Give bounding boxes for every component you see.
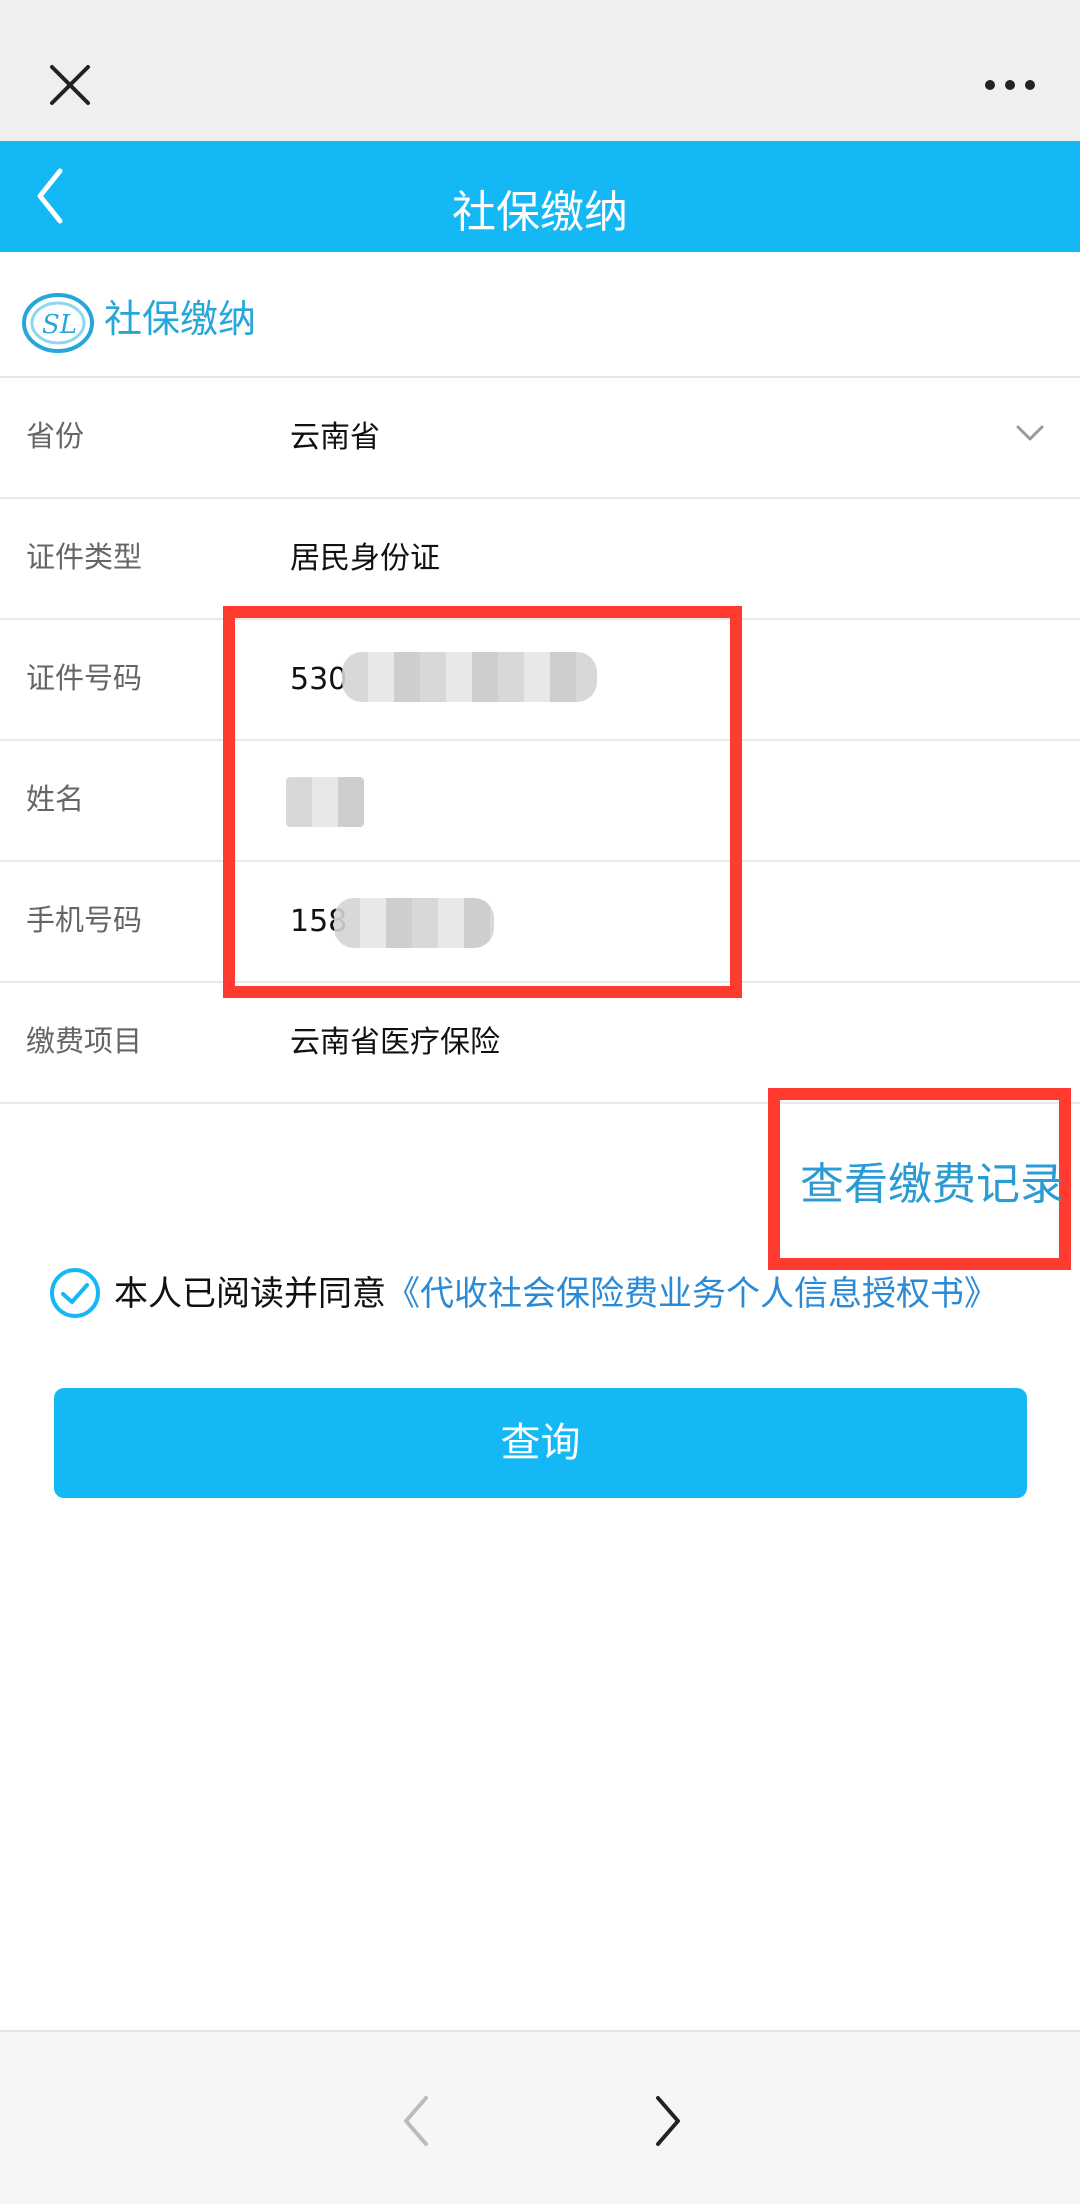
name-label: 姓名 (26, 782, 85, 816)
more-button[interactable] (960, 60, 1060, 110)
query-button[interactable]: 查询 (54, 1388, 1027, 1498)
nav-forward-button[interactable] (648, 2090, 688, 2152)
chevron-left-icon (404, 2096, 428, 2146)
view-payment-record-link[interactable]: 查看缴费记录 (800, 1155, 1064, 1215)
brand-name: 社保缴纳 (104, 297, 257, 341)
chevron-right-icon (656, 2096, 680, 2146)
top-chrome-bar (0, 0, 1080, 141)
form-row-id-type[interactable]: 证件类型 居民身份证 (0, 499, 1080, 620)
form-row-province[interactable]: 省份 云南省 (0, 378, 1080, 499)
brand-header: SL 社保缴纳 (0, 252, 1080, 378)
svg-text:SL: SL (42, 310, 77, 340)
annotation-box-personal-info (223, 606, 742, 998)
close-icon (50, 65, 90, 105)
chevron-down-icon[interactable] (1014, 418, 1046, 448)
province-value[interactable]: 云南省 (290, 418, 380, 458)
agreement-prefix: 本人已阅读并同意 (114, 1274, 386, 1314)
bottom-nav-bar (0, 2030, 1080, 2204)
more-icon (985, 80, 1035, 90)
page-title: 社保缴纳 (452, 187, 628, 238)
payment-item-label: 缴费项目 (26, 1024, 143, 1058)
province-label: 省份 (26, 419, 85, 453)
payment-item-value[interactable]: 云南省医疗保险 (290, 1023, 500, 1063)
form-row-payment-item[interactable]: 缴费项目 云南省医疗保险 (0, 983, 1080, 1104)
title-bar: 社保缴纳 (0, 141, 1080, 252)
id-type-label: 证件类型 (26, 540, 143, 574)
id-number-label: 证件号码 (26, 661, 143, 695)
id-type-value[interactable]: 居民身份证 (290, 539, 440, 579)
authorization-link[interactable]: 《代收社会保险费业务个人信息授权书》 (386, 1274, 998, 1314)
close-button[interactable] (40, 50, 100, 110)
phone-label: 手机号码 (26, 903, 143, 937)
nav-back-button[interactable] (396, 2090, 436, 2152)
agreement-row[interactable]: 本人已阅读并同意《代收社会保险费业务个人信息授权书》 (48, 1260, 1058, 1330)
brand-logo: SL (22, 293, 94, 353)
agreement-text: 本人已阅读并同意《代收社会保险费业务个人信息授权书》 (114, 1270, 998, 1318)
check-circle-icon[interactable] (48, 1266, 102, 1320)
page: 社保缴纳 SL 社保缴纳 省份 云南省 证件类型 居民身份证 证件号码 530 … (0, 0, 1080, 2204)
